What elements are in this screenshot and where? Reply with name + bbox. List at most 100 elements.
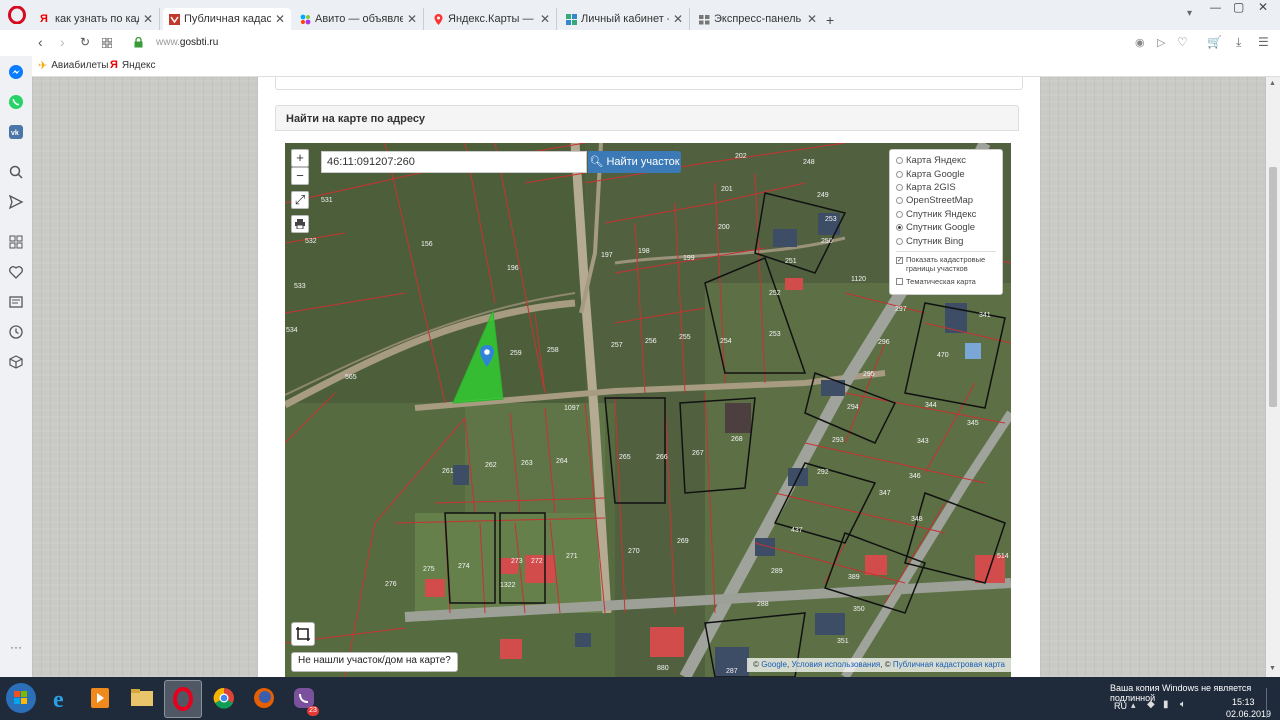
show-desktop-button[interactable] <box>1266 688 1279 718</box>
camera-icon[interactable]: ◉ <box>1135 36 1145 49</box>
not-found-button[interactable]: Не нашли участок/дом на карте? <box>291 652 458 672</box>
search-icon[interactable] <box>8 164 24 180</box>
new-tab-button[interactable]: + <box>826 12 834 28</box>
layer-yandex-satellite[interactable]: Спутник Яндекс <box>896 208 1002 221</box>
print-button[interactable] <box>291 215 309 233</box>
minimize-button[interactable]: — <box>1210 2 1221 14</box>
parcel-label: 253 <box>825 216 837 223</box>
clock-time[interactable]: 15:13 <box>1232 697 1255 707</box>
tray-expand-icon[interactable]: ▴ <box>1131 700 1136 711</box>
find-parcel-button[interactable]: 🔍︎ Найти участок <box>588 151 681 173</box>
tabs-grid-icon[interactable] <box>102 38 112 48</box>
tab-menu-icon[interactable]: ▾ <box>1187 8 1192 19</box>
window-close-button[interactable]: ✕ <box>1258 0 1268 14</box>
windows-start-icon[interactable] <box>4 681 38 715</box>
scroll-up-icon[interactable]: ▲ <box>1269 80 1276 87</box>
volume-icon[interactable]: 🔈︎ <box>1180 699 1186 710</box>
tray-app-icon[interactable]: ◆ <box>1147 699 1155 710</box>
layer-bing-satellite[interactable]: Спутник Bing <box>896 234 1002 247</box>
registry-link[interactable]: Публичная кадастровая карта <box>893 660 1005 669</box>
explorer-taskbar-button[interactable] <box>124 680 160 716</box>
ie-taskbar-button[interactable]: e <box>44 680 80 716</box>
language-indicator[interactable]: RU <box>1114 701 1127 711</box>
tab-1[interactable]: Публичная кадастрова ✕ <box>163 8 291 30</box>
media-player-taskbar-button[interactable] <box>82 680 118 716</box>
send-icon[interactable] <box>8 194 24 210</box>
expand-icon: ⤢ <box>294 192 306 207</box>
parcel-label: 565 <box>345 374 357 381</box>
layer-google-map[interactable]: Карта Google <box>896 167 1002 180</box>
tab-4[interactable]: Личный кабинет - Сообщ ✕ <box>560 8 690 30</box>
radio-button[interactable] <box>896 157 903 165</box>
radio-button[interactable] <box>896 237 903 245</box>
close-icon[interactable]: ✕ <box>807 12 817 26</box>
menu-icon[interactable]: ☰ <box>1258 35 1269 49</box>
url-field[interactable]: www.gosbti.ru <box>156 37 218 48</box>
close-icon[interactable]: ✕ <box>143 12 153 26</box>
scrollbar-thumb[interactable] <box>1269 167 1277 407</box>
cadastral-number-input[interactable]: 46:11:091207:260 <box>321 151 587 173</box>
radio-button[interactable] <box>896 170 903 178</box>
fullscreen-button[interactable]: ⤢ <box>291 191 309 209</box>
back-icon[interactable]: ‹ <box>38 34 43 50</box>
send-icon[interactable]: ▷ <box>1157 36 1165 49</box>
opera-taskbar-button[interactable] <box>164 680 202 718</box>
close-icon[interactable]: ✕ <box>540 12 550 26</box>
thematic-map-option[interactable]: Тематическая карта <box>896 277 1002 286</box>
reload-icon[interactable]: ↻ <box>80 35 90 49</box>
parcel-label: 267 <box>692 450 704 457</box>
checkbox-checked[interactable]: ✓ <box>896 256 903 264</box>
opera-menu-icon[interactable] <box>8 6 26 24</box>
parcel-label: 252 <box>769 290 781 297</box>
whatsapp-icon[interactable] <box>8 94 24 110</box>
network-icon[interactable]: ▮ <box>1163 699 1169 710</box>
messenger-icon[interactable] <box>8 64 24 80</box>
page-scrollbar[interactable]: ▲ ▼ <box>1266 77 1280 677</box>
tab-3[interactable]: Яндекс.Карты — выбирай ✕ <box>427 8 557 30</box>
parcel-label: 343 <box>917 438 929 445</box>
clock-date[interactable]: 02.06.2019 <box>1226 709 1271 719</box>
heart-icon[interactable]: ♡ <box>1177 35 1188 49</box>
cart-icon[interactable]: 🛒 <box>1207 35 1222 49</box>
close-icon[interactable]: ✕ <box>673 12 683 26</box>
chrome-taskbar-button[interactable] <box>206 680 242 716</box>
maximize-button[interactable]: ▢ <box>1233 0 1244 14</box>
radio-button-selected[interactable] <box>896 224 903 232</box>
close-icon[interactable]: ✕ <box>275 12 285 26</box>
close-icon[interactable]: ✕ <box>407 12 417 26</box>
vk-icon[interactable]: vk <box>8 124 24 140</box>
layer-google-satellite[interactable]: Спутник Google <box>896 221 1002 234</box>
layer-osm[interactable]: OpenStreetMap <box>896 194 1002 207</box>
forward-icon[interactable]: › <box>60 34 65 50</box>
extensions-icon[interactable] <box>8 354 24 370</box>
show-boundaries-option[interactable]: ✓ Показать кадастровые границы участков <box>896 255 1002 273</box>
parcel-label: 156 <box>421 241 433 248</box>
scroll-down-icon[interactable]: ▼ <box>1269 665 1276 672</box>
radio-button[interactable] <box>896 197 903 205</box>
tab-0[interactable]: Я как узнать по кадастрово ✕ <box>34 8 160 30</box>
location-pin-icon[interactable] <box>479 345 495 367</box>
layer-yandex-map[interactable]: Карта Яндекс <box>896 154 1002 167</box>
news-icon[interactable] <box>8 294 24 310</box>
history-icon[interactable] <box>8 324 24 340</box>
cadastral-map[interactable]: 202 248 201 249 197 198 199 200 196 156 … <box>285 143 1011 677</box>
tab-2[interactable]: Авито — объявления в Ку ✕ <box>294 8 424 30</box>
select-area-button[interactable] <box>291 622 315 646</box>
zoom-out-button[interactable]: − <box>291 167 309 185</box>
zoom-in-button[interactable]: + <box>291 149 309 167</box>
firefox-taskbar-button[interactable] <box>246 680 282 716</box>
terms-link[interactable]: Условия использования <box>791 660 880 669</box>
layer-2gis-map[interactable]: Карта 2GIS <box>896 181 1002 194</box>
parcel-label: 264 <box>556 458 568 465</box>
download-icon[interactable]: ⤓ <box>1236 35 1241 50</box>
bookmark-yandex[interactable]: Я Яндекс <box>110 59 156 71</box>
speed-dial-icon[interactable] <box>8 234 24 250</box>
tab-5[interactable]: Экспресс-панель ✕ <box>693 8 823 30</box>
bookmark-flights[interactable]: ✈ Авиабилеты <box>38 59 109 72</box>
radio-button[interactable] <box>896 210 903 218</box>
google-link[interactable]: Google <box>761 660 787 669</box>
checkbox[interactable] <box>896 277 903 285</box>
more-icon[interactable]: ··· <box>10 640 22 654</box>
radio-button[interactable] <box>896 183 903 191</box>
heart-icon[interactable] <box>8 264 24 280</box>
